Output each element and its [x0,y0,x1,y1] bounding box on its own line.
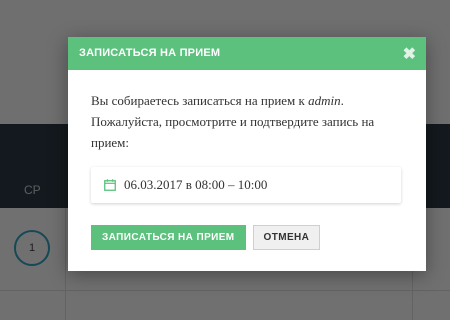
modal-body: Вы собираетесь записаться на прием к adm… [68,70,426,250]
message-text: Вы собираетесь записаться на прием к [91,93,309,108]
calendar-icon [104,179,116,191]
confirm-appointment-button[interactable]: ЗАПИСАТЬСЯ НА ПРИЕМ [91,225,246,250]
doctor-name: admin [308,93,341,108]
modal-header: ЗАПИСАТЬСЯ НА ПРИЕМ ✖ [68,37,426,70]
appointment-summary: 06.03.2017 в 08:00 – 10:00 [91,167,401,203]
modal-title: ЗАПИСАТЬСЯ НА ПРИЕМ [79,47,221,59]
appointment-modal: ЗАПИСАТЬСЯ НА ПРИЕМ ✖ Вы собираетесь зап… [68,37,426,271]
modal-message: Вы собираетесь записаться на прием к adm… [91,90,404,153]
cancel-button[interactable]: ОТМЕНА [252,225,321,250]
close-icon[interactable]: ✖ [403,44,416,64]
modal-actions: ЗАПИСАТЬСЯ НА ПРИЕМ ОТМЕНА [91,225,404,250]
appointment-datetime: 06.03.2017 в 08:00 – 10:00 [124,177,268,192]
